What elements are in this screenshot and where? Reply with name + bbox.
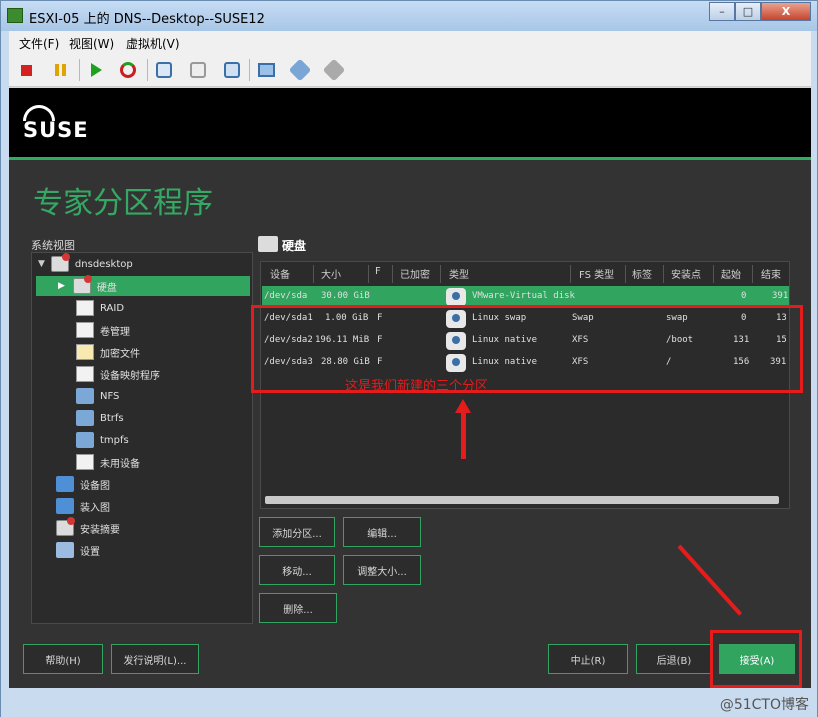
column-header-size[interactable]: 大小 [321, 266, 341, 281]
install-summary-icon [56, 517, 75, 536]
column-header-end[interactable]: 结束 [761, 266, 781, 281]
tree-item-raid[interactable]: RAID [76, 298, 124, 318]
tree-item-encrypted-file[interactable]: 加密文件 [76, 342, 140, 362]
tree-item-dnsdesktop[interactable]: ▼ dnsdesktop [38, 253, 252, 274]
add-partition-button[interactable]: 添加分区... [259, 517, 335, 547]
section-title: 硬盘 [282, 239, 307, 253]
tools-icon [56, 542, 74, 558]
annotation-text: 这是我们新建的三个分区 [345, 379, 489, 394]
window-title: ESXI-05 上的 DNS--Desktop--SUSE12 [29, 12, 265, 27]
column-header-start[interactable]: 起始 [721, 266, 741, 281]
tree-item-settings[interactable]: 设置 [56, 540, 100, 560]
column-header-label[interactable]: 标签 [632, 266, 652, 281]
tree-item-install-summary[interactable]: 安装摘要 [56, 517, 120, 538]
snapshot-manager-icon[interactable] [221, 59, 243, 81]
menu-file[interactable]: 文件(F) [19, 35, 59, 52]
edit-button[interactable]: 编辑... [343, 517, 421, 547]
hard-disk-icon [258, 236, 278, 252]
play-icon[interactable] [85, 59, 107, 81]
device-graph-icon [56, 476, 74, 492]
highlight-new-partitions [251, 305, 803, 393]
tools-icon[interactable] [322, 58, 346, 82]
annotation-arrowhead [455, 399, 471, 413]
help-button[interactable]: 帮助(H) [23, 644, 103, 674]
tree-item-mount-graph[interactable]: 装入图 [56, 496, 110, 516]
tree-item-volume-management[interactable]: 卷管理 [76, 320, 130, 340]
raid-icon [76, 300, 94, 316]
tree-item-device-mapper[interactable]: 设备映射程序 [76, 364, 160, 384]
menu-bar: 文件(F) 视图(W) 虚拟机(V) [9, 31, 811, 53]
folder-icon [76, 432, 94, 448]
back-button[interactable]: 后退(B) [636, 644, 712, 674]
installer-header: SUSE [9, 88, 811, 157]
close-button[interactable]: X [761, 2, 811, 21]
tree-item-hard-disk[interactable]: ▶ 硬盘 [36, 275, 250, 296]
minimize-button[interactable]: – [709, 2, 735, 21]
tree-item-btrfs[interactable]: Btrfs [76, 408, 124, 428]
computer-disk-icon [50, 253, 70, 272]
move-button[interactable]: 移动... [259, 555, 335, 585]
tree-item-tmpfs[interactable]: tmpfs [76, 430, 129, 450]
folder-icon [76, 410, 94, 426]
tree-item-unused-devices[interactable]: 未用设备 [76, 452, 140, 472]
hard-disk-icon [446, 288, 466, 306]
tree-item-nfs[interactable]: NFS [76, 386, 119, 406]
console-icon[interactable] [255, 59, 277, 81]
mount-graph-icon [56, 498, 74, 514]
column-header-fs-type[interactable]: FS 类型 [579, 266, 614, 281]
watermark: @51CTO博客 [719, 697, 809, 713]
system-view-tree[interactable]: ▼ dnsdesktop ▶ 硬盘 RAID 卷管理 加密文件 设备映射程序 N… [31, 252, 253, 624]
resize-button[interactable]: 调整大小... [343, 555, 421, 585]
page-title: 专家分区程序 [33, 186, 213, 221]
column-header-device[interactable]: 设备 [270, 266, 290, 281]
snapshot-icon[interactable] [153, 59, 175, 81]
menu-vm[interactable]: 虚拟机(V) [126, 35, 180, 52]
column-header-mount-point[interactable]: 安装点 [671, 266, 701, 281]
menu-view[interactable]: 视图(W) [69, 35, 114, 52]
volume-management-icon [76, 322, 94, 338]
pause-icon[interactable] [49, 59, 71, 81]
column-header-f[interactable]: F [375, 266, 381, 277]
column-header-encrypted[interactable]: 已加密 [400, 266, 430, 281]
vm-console-window: ESXI-05 上的 DNS--Desktop--SUSE12 – □ X 文件… [0, 0, 818, 717]
delete-button[interactable]: 删除... [259, 593, 337, 623]
vsphere-icon [7, 8, 23, 23]
settings-icon[interactable] [288, 58, 312, 82]
system-view-label: 系统视图 [31, 239, 75, 252]
encrypted-file-icon [76, 344, 94, 360]
maximize-button[interactable]: □ [735, 2, 761, 21]
annotation-arrow-shaft [461, 411, 466, 459]
abort-button[interactable]: 中止(R) [548, 644, 628, 674]
title-bar[interactable]: ESXI-05 上的 DNS--Desktop--SUSE12 – □ X [1, 1, 817, 31]
revert-snapshot-icon[interactable] [187, 59, 209, 81]
suse-logo: SUSE [23, 118, 89, 142]
horizontal-scrollbar[interactable] [265, 496, 779, 504]
device-mapper-icon [76, 366, 94, 382]
folder-icon [76, 388, 94, 404]
column-header-type[interactable]: 类型 [449, 266, 469, 281]
stop-icon[interactable] [15, 59, 37, 81]
highlight-accept-button [710, 630, 802, 688]
unused-device-icon [76, 454, 94, 470]
status-bar: @51CTO博客 [1, 689, 817, 717]
release-notes-button[interactable]: 发行说明(L)... [111, 644, 199, 674]
toolbar [9, 53, 811, 87]
hard-disk-icon [72, 275, 92, 294]
reset-icon[interactable] [117, 59, 139, 81]
tree-item-device-graph[interactable]: 设备图 [56, 474, 110, 494]
